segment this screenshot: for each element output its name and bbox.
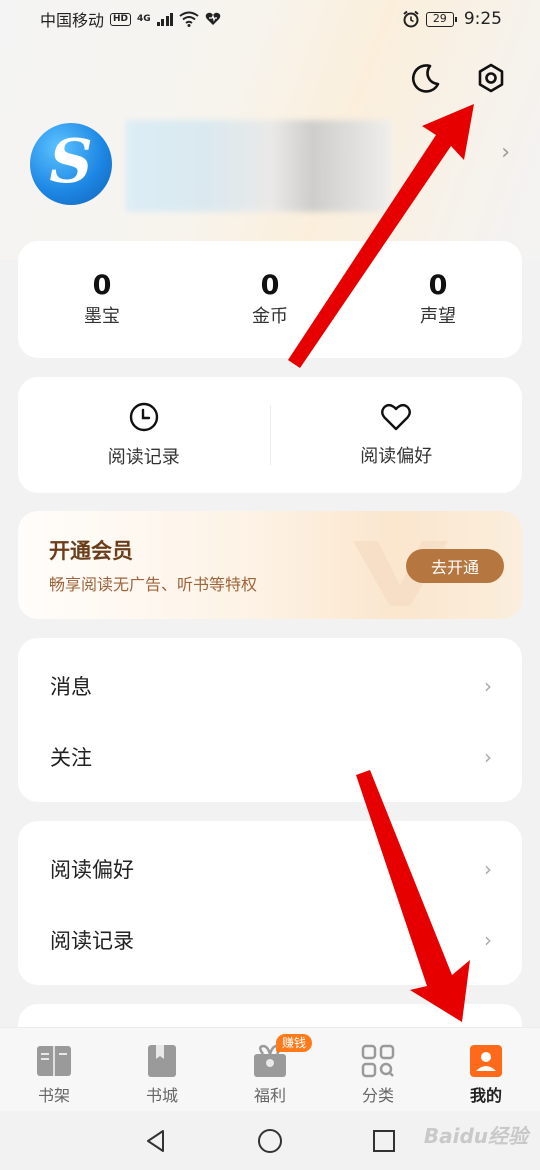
menu-item-label: 阅读偏好 [50, 858, 134, 882]
stat-value: 0 [428, 269, 448, 301]
stats-card: 0 墨宝 0 金币 0 声望 [18, 241, 522, 358]
bottom-tab-bar: 书架 书城 赚钱 福利 分类 我的 [0, 1027, 540, 1111]
avatar-logo: S [49, 127, 93, 197]
battery-icon: 29 [425, 11, 457, 27]
vip-banner[interactable]: 开通会员 畅享阅读无广告、听书等特权 去开通 [18, 511, 522, 619]
stat-label: 金币 [252, 306, 288, 328]
battery-level: 29 [432, 11, 447, 25]
carrier-name: 中国移动 [40, 11, 105, 30]
chevron-right-icon: › [484, 928, 492, 952]
stat-label: 声望 [420, 306, 456, 328]
stat-reputation[interactable]: 0 声望 [354, 241, 522, 358]
bookshelf-icon [37, 1046, 71, 1076]
alarm-icon [403, 10, 419, 28]
tab-welfare[interactable]: 赚钱 福利 [216, 1028, 324, 1111]
chevron-right-icon: › [484, 745, 492, 769]
vip-subtitle: 畅享阅读无广告、听书等特权 [49, 575, 258, 594]
menu-item-label: 消息 [50, 675, 92, 699]
signal-icon [156, 12, 174, 26]
moon-icon [411, 64, 440, 93]
menu-item-label: 阅读记录 [50, 929, 134, 953]
menu-group-reading: 阅读偏好 › 阅读记录 › [18, 821, 522, 985]
tab-bookshelf[interactable]: 书架 [0, 1028, 108, 1111]
tab-label: 书城 [145, 1086, 178, 1105]
vip-title: 开通会员 [49, 539, 133, 563]
category-grid-icon [361, 1044, 395, 1078]
settings-button[interactable] [473, 60, 509, 96]
profile-header[interactable]: S › [30, 120, 510, 212]
chevron-right-icon: › [484, 857, 492, 881]
menu-item-label: 关注 [50, 746, 92, 770]
reading-history-button[interactable]: 阅读记录 [18, 377, 270, 493]
bookstore-icon [148, 1045, 176, 1077]
back-icon[interactable] [143, 1128, 169, 1154]
stat-value: 0 [92, 269, 112, 301]
stat-coins[interactable]: 0 金币 [186, 241, 354, 358]
settings-gear-icon [478, 63, 504, 93]
avatar[interactable]: S [30, 123, 112, 205]
tab-label: 福利 [253, 1086, 286, 1105]
open-vip-button[interactable]: 去开通 [406, 549, 504, 583]
menu-item-reading-preference[interactable]: 阅读偏好 › [18, 839, 522, 899]
network-type: 4G [137, 13, 151, 24]
quick-action-label: 阅读偏好 [360, 446, 433, 467]
profile-icon [470, 1045, 502, 1077]
menu-item-messages[interactable]: 消息 › [18, 656, 522, 716]
heart-icon [381, 403, 412, 431]
quick-action-label: 阅读记录 [107, 447, 180, 468]
clock-icon [129, 402, 158, 432]
tab-label: 我的 [469, 1086, 502, 1105]
chevron-right-icon: › [501, 140, 510, 165]
stat-label: 墨宝 [84, 306, 120, 328]
earn-money-badge: 赚钱 [276, 1034, 313, 1052]
heart-signal-icon [205, 12, 221, 25]
stat-mobao[interactable]: 0 墨宝 [18, 241, 186, 358]
menu-group-messages: 消息 › 关注 › [18, 638, 522, 802]
stat-value: 0 [260, 269, 280, 301]
night-mode-button[interactable] [408, 60, 444, 96]
tab-label: 分类 [361, 1086, 394, 1105]
wifi-icon [179, 11, 199, 27]
tab-profile[interactable]: 我的 [432, 1028, 540, 1111]
watermark: Baidu经验 [423, 1124, 528, 1148]
hd-badge: HD [110, 12, 132, 26]
quick-actions-card: 阅读记录 阅读偏好 [18, 377, 522, 493]
menu-item-following[interactable]: 关注 › [18, 727, 522, 787]
menu-item-reading-history[interactable]: 阅读记录 › [18, 910, 522, 970]
tab-bookstore[interactable]: 书城 [108, 1028, 216, 1111]
recent-apps-icon[interactable] [371, 1128, 397, 1154]
tab-category[interactable]: 分类 [324, 1028, 432, 1111]
blurred-username [126, 120, 392, 212]
chevron-right-icon: › [484, 674, 492, 698]
tab-label: 书架 [37, 1086, 70, 1105]
clock-time: 9:25 [463, 9, 502, 29]
reading-preference-button[interactable]: 阅读偏好 [271, 377, 523, 493]
status-bar: 中国移动 HD 4G 29 9:25 [0, 0, 540, 38]
home-icon[interactable] [256, 1127, 284, 1155]
